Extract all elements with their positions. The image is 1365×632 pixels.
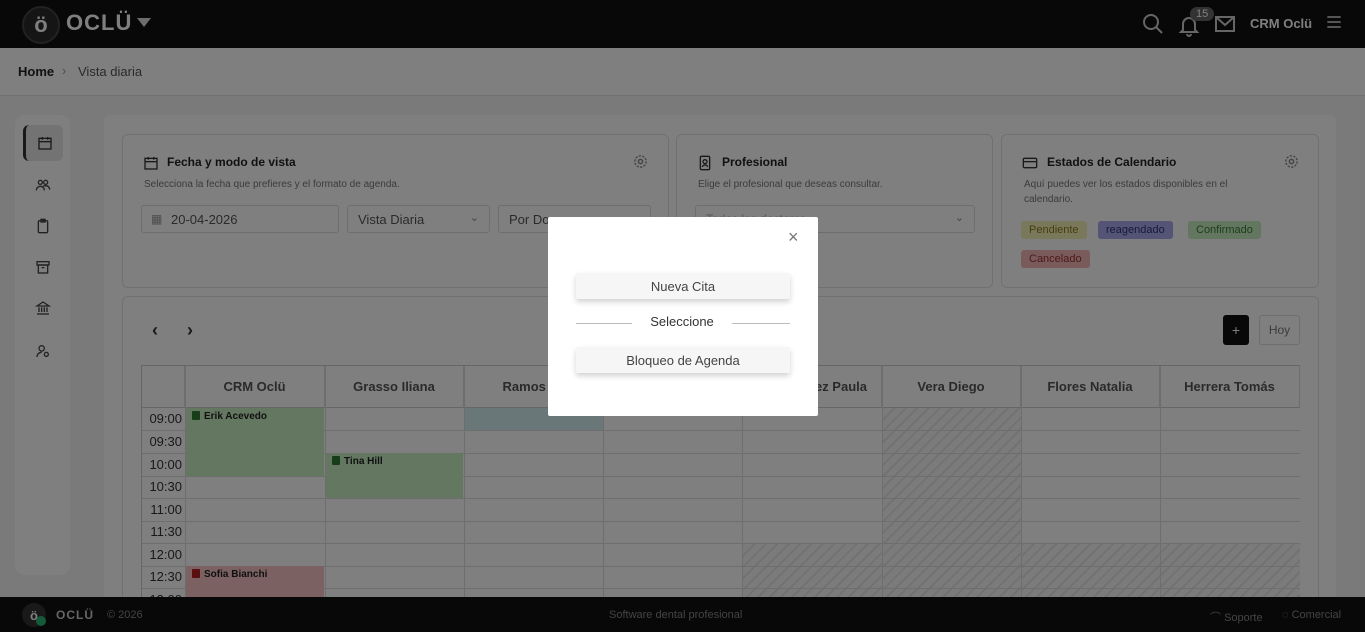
action-modal: × Nueva Cita Seleccione Bloqueo de Agend… <box>548 217 818 416</box>
block-agenda-button[interactable]: Bloqueo de Agenda <box>576 347 790 373</box>
close-icon[interactable]: × <box>788 227 799 248</box>
divider <box>576 323 632 324</box>
new-appointment-button[interactable]: Nueva Cita <box>576 273 790 299</box>
select-label: Seleccione <box>632 314 732 329</box>
divider <box>732 323 790 324</box>
